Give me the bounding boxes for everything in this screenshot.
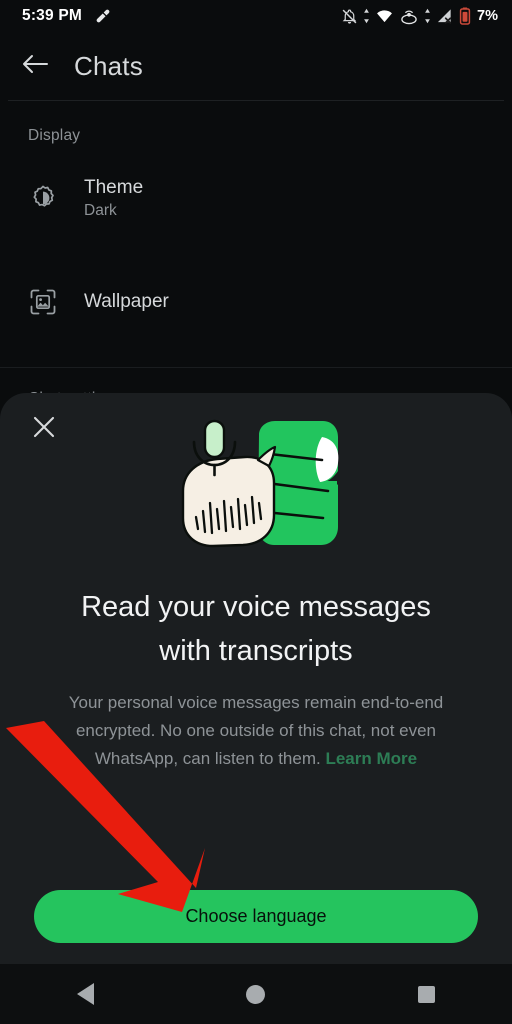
settings-list: Display Theme Dark Wallpaper Chat setti: [0, 101, 512, 408]
battery-low-icon: [459, 7, 471, 25]
nav-recents-button[interactable]: [397, 964, 457, 1024]
home-circle-icon: [246, 984, 266, 1004]
settings-row-theme[interactable]: Theme Dark: [0, 161, 512, 235]
app-bar: Chats: [0, 32, 512, 100]
wifi-icon: [375, 8, 394, 25]
data-transfer-arrows-icon: [363, 8, 370, 24]
settings-row-theme-texts: Theme Dark: [84, 177, 143, 220]
section-title-display: Display: [28, 127, 81, 144]
settings-row-wallpaper-label: Wallpaper: [84, 291, 169, 312]
back-triangle-icon: [76, 983, 94, 1005]
recents-square-icon: [418, 985, 436, 1003]
sheet-title: Read your voice messages with transcript…: [81, 591, 431, 667]
status-bar: 5:39 PM 7%: [0, 0, 512, 32]
brightness-icon: [28, 184, 58, 212]
notifications-off-icon: [341, 8, 358, 25]
android-nav-bar: [0, 964, 512, 1024]
nav-home-button[interactable]: [226, 964, 286, 1024]
status-bar-left: 5:39 PM: [22, 7, 111, 25]
learn-more-link[interactable]: Learn More: [325, 749, 417, 768]
tag-icon: [95, 8, 111, 24]
nav-back-button[interactable]: [55, 964, 115, 1024]
data-transfer-arrows-icon-2: [424, 8, 431, 24]
wallpaper-icon: [28, 289, 58, 315]
settings-row-theme-value: Dark: [84, 201, 117, 219]
signal-no-service-icon: [436, 8, 454, 25]
voice-transcript-illustration: [26, 393, 486, 565]
sheet-body-text: Your personal voice messages remain end-…: [26, 689, 486, 773]
close-icon[interactable]: [30, 413, 58, 441]
page-title: Chats: [74, 50, 143, 81]
settings-row-wallpaper[interactable]: Wallpaper: [0, 265, 512, 339]
hotspot-icon: [399, 8, 419, 25]
settings-row-wallpaper-texts: Wallpaper: [84, 291, 169, 313]
choose-language-button[interactable]: Choose language: [34, 890, 478, 943]
status-bar-right: 7%: [341, 7, 498, 25]
battery-percent-label: 7%: [477, 8, 498, 24]
status-clock: 5:39 PM: [22, 7, 82, 24]
voice-transcript-bottom-sheet: Read your voice messages with transcript…: [0, 393, 512, 1024]
back-arrow-icon[interactable]: [22, 53, 48, 80]
settings-row-theme-label: Theme: [84, 176, 144, 198]
